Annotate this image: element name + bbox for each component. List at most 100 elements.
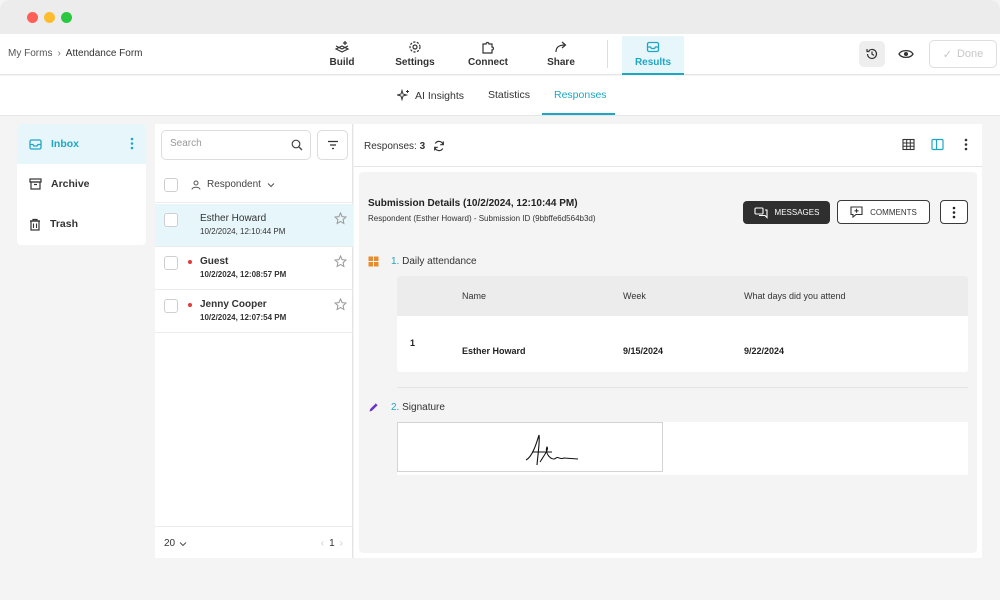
more-vertical-icon xyxy=(952,206,956,218)
sidebar-item-archive[interactable]: Archive xyxy=(17,164,146,204)
page-size-select[interactable]: 20 xyxy=(164,538,187,549)
share-icon xyxy=(555,41,567,53)
search-input[interactable] xyxy=(170,138,280,149)
chevron-down-icon xyxy=(267,182,275,187)
list-item[interactable]: Esther Howard 10/2/2024, 12:10:44 PM xyxy=(155,204,353,247)
trash-icon xyxy=(30,218,40,231)
responses-count-value: 3 xyxy=(419,140,426,152)
done-button[interactable]: ✓ Done xyxy=(929,40,997,68)
row-checkbox[interactable] xyxy=(164,213,178,227)
row-date: 10/2/2024, 12:07:54 PM xyxy=(200,313,287,322)
filter-button[interactable] xyxy=(317,130,348,160)
response-detail-panel: Responses: 3 Submission Details (10/2/20… xyxy=(354,124,982,558)
active-tab-indicator xyxy=(542,113,615,115)
nav-settings[interactable]: Settings xyxy=(394,38,436,72)
table-cell: 9/15/2024 xyxy=(623,346,664,356)
current-page: 1 xyxy=(329,538,335,549)
question-label: Daily attendance xyxy=(402,256,477,267)
detail-header: Responses: 3 xyxy=(354,124,982,167)
signature-image xyxy=(397,422,663,472)
sub-nav: AI Insights Statistics Responses xyxy=(0,76,1000,116)
comments-button[interactable]: COMMENTS xyxy=(837,200,930,224)
nav-build[interactable]: Build xyxy=(322,38,362,72)
sparkle-icon xyxy=(397,89,409,102)
row-checkbox[interactable] xyxy=(164,256,178,270)
sidebar-item-trash[interactable]: Trash xyxy=(17,204,146,244)
row-checkbox[interactable] xyxy=(164,299,178,313)
list-item[interactable]: Jenny Cooper 10/2/2024, 12:07:54 PM xyxy=(155,290,353,333)
nav-connect[interactable]: Connect xyxy=(466,38,510,72)
row-date: 10/2/2024, 12:10:44 PM xyxy=(200,227,286,236)
tab-statistics[interactable]: Statistics xyxy=(488,89,530,101)
table-row-index: 1 xyxy=(410,338,416,348)
inbox-icon xyxy=(29,138,42,150)
unread-indicator xyxy=(188,303,192,307)
respondent-header-label: Respondent xyxy=(207,179,261,190)
window-titlebar xyxy=(0,0,1000,34)
grid-icon xyxy=(368,256,379,267)
minimize-window-button[interactable] xyxy=(44,12,55,23)
column-header: Week xyxy=(623,291,646,301)
person-icon xyxy=(191,180,201,190)
check-icon: ✓ xyxy=(942,48,952,61)
responses-label: Responses: xyxy=(364,140,417,152)
table-header: Name Week What days did you attend xyxy=(397,276,968,316)
pen-icon xyxy=(369,403,378,412)
submission-more-button[interactable] xyxy=(940,200,968,224)
signature-drawing xyxy=(525,434,579,466)
star-icon[interactable] xyxy=(334,298,347,311)
row-respondent-name: Esther Howard xyxy=(200,213,267,224)
star-icon[interactable] xyxy=(334,255,347,268)
chat-bubbles-icon xyxy=(753,206,768,219)
page-size-value: 20 xyxy=(164,538,176,549)
tab-responses[interactable]: Responses xyxy=(554,89,607,101)
sidebar-item-inbox[interactable]: Inbox xyxy=(17,124,146,164)
select-all-checkbox[interactable] xyxy=(164,178,178,192)
inbox-tray-icon xyxy=(646,41,660,53)
chevron-down-icon xyxy=(179,541,187,546)
row-date: 10/2/2024, 12:08:57 PM xyxy=(200,270,287,279)
preview-button[interactable] xyxy=(893,41,919,67)
submission-title: Submission Details (10/2/2024, 12:10:44 … xyxy=(368,198,578,209)
folder-sidebar: Inbox Archive Trash xyxy=(17,124,146,245)
tab-ai-insights-label: AI Insights xyxy=(415,89,465,102)
column-header: What days did you attend xyxy=(744,291,846,301)
top-bar: My Forms › Attendance Form Build Settings … xyxy=(0,34,1000,75)
list-item[interactable]: Guest 10/2/2024, 12:08:57 PM xyxy=(155,247,353,290)
nav-settings-label: Settings xyxy=(395,57,435,68)
breadcrumb: My Forms › Attendance Form xyxy=(8,48,143,59)
gear-icon xyxy=(409,41,421,53)
next-page-button[interactable]: › xyxy=(340,538,343,549)
more-vertical-icon[interactable] xyxy=(964,138,968,151)
nav-share[interactable]: Share xyxy=(545,38,577,72)
done-label: Done xyxy=(956,48,984,60)
responses-count: Responses: 3 xyxy=(364,140,445,152)
messages-button[interactable]: MESSAGES xyxy=(743,201,830,224)
sidebar-item-trash-label: Trash xyxy=(50,218,79,230)
eye-icon xyxy=(898,49,914,59)
row-respondent-name: Guest xyxy=(200,256,229,267)
list-footer: 20 ‹ 1 › xyxy=(155,526,353,558)
pagination: ‹ 1 › xyxy=(321,538,343,549)
table-view-icon[interactable] xyxy=(902,138,915,151)
puzzle-icon xyxy=(482,41,495,54)
breadcrumb-separator: › xyxy=(57,48,61,59)
maximize-window-button[interactable] xyxy=(61,12,72,23)
tab-ai-insights[interactable]: AI Insights xyxy=(397,89,464,102)
nav-results[interactable]: Results xyxy=(622,36,684,75)
search-box xyxy=(161,130,311,160)
star-icon[interactable] xyxy=(334,212,347,225)
close-window-button[interactable] xyxy=(27,12,38,23)
more-vertical-icon[interactable] xyxy=(130,137,134,150)
prev-page-button[interactable]: ‹ xyxy=(321,538,324,549)
search-icon[interactable] xyxy=(291,139,303,151)
split-view-icon[interactable] xyxy=(931,138,944,151)
submission-list: Respondent Esther Howard 10/2/2024, 12:1… xyxy=(155,124,353,558)
messages-label: MESSAGES xyxy=(774,208,820,217)
row-respondent-name: Jenny Cooper xyxy=(200,299,267,310)
column-header: Name xyxy=(462,291,487,301)
breadcrumb-my-forms[interactable]: My Forms xyxy=(8,48,52,59)
history-button[interactable] xyxy=(859,41,885,67)
respondent-sort[interactable]: Respondent xyxy=(191,179,275,190)
refresh-icon[interactable] xyxy=(433,140,445,152)
